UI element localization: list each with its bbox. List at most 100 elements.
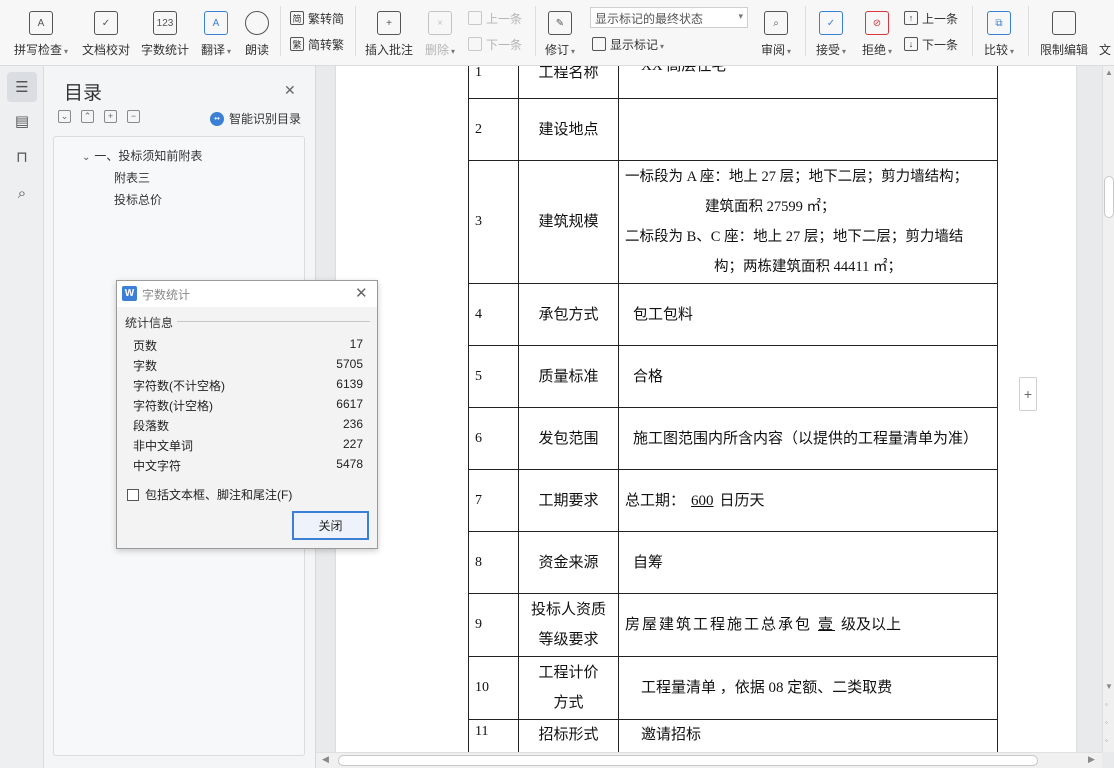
word-count-button[interactable]: 123 字数统计 [140, 4, 190, 58]
table-row: 10 工程计价 方式 工程量清单 ，依据 08 定额、二类取费 [468, 656, 998, 720]
restrict-edit-icon [1052, 11, 1076, 35]
markup-display-select[interactable]: 显示标记的最终状态 ▾ [590, 7, 748, 28]
horizontal-scrollbar[interactable]: ◀ ▶ [316, 752, 1102, 768]
restrict-edit-button[interactable]: 限制编辑 [1036, 4, 1092, 58]
dialog-header: W 字数统计 ✕ [117, 281, 377, 307]
doc-cut-button[interactable]: 文 [1096, 4, 1114, 58]
close-dialog-button[interactable]: 关闭 [292, 511, 369, 540]
checkbox-box[interactable] [127, 488, 139, 501]
smart-toc-button[interactable]: •• 智能识别目录 [210, 110, 301, 127]
row-label: 建设地点 [518, 98, 619, 161]
row-label-line: 方式 [553, 695, 584, 711]
stat-label: 页数 [133, 339, 158, 353]
row-value-line: 构；两栋建筑面积 44411 ㎡； [714, 259, 902, 275]
row-number: 11 [468, 719, 519, 752]
next-comment-button[interactable]: 下一条 [468, 34, 522, 54]
compare-button[interactable]: ⧉ 比较 [980, 4, 1018, 58]
ribbon-divider [805, 6, 806, 56]
insert-comment-button[interactable]: + 插入批注 [364, 4, 414, 58]
translate-button[interactable]: A 翻译 [198, 4, 234, 58]
prev-page-icon[interactable]: ◦ [1105, 700, 1108, 709]
page-nav-button[interactable]: ▤ [7, 106, 37, 136]
remove-heading-icon[interactable]: − [127, 110, 140, 123]
vertical-scrollbar[interactable]: ▲ ▼ ◦ ◦ ◦ [1102, 66, 1114, 752]
chevron-left-icon[interactable]: ◀ [322, 754, 329, 765]
trad-to-simp-button[interactable]: 简繁转简 [290, 8, 344, 28]
toc-item[interactable]: 投标总价 [114, 191, 162, 208]
nav-icon-strip: ☰ ▤ ⊓ ⌕ [0, 66, 44, 768]
stat-value: 5705 [336, 357, 363, 371]
read-aloud-button[interactable]: 朗读 [242, 4, 272, 58]
close-icon[interactable]: ✕ [355, 284, 368, 302]
chevron-right-icon[interactable]: ▶ [1088, 754, 1095, 765]
chevron-down-icon[interactable]: ▼ [1105, 682, 1113, 691]
row-number: 7 [468, 469, 519, 532]
close-icon[interactable]: ✕ [284, 82, 296, 99]
row-label: 工程名称 [518, 66, 619, 99]
row-value: 工程量清单 ，依据 08 定额、二类取费 [618, 656, 998, 720]
row-number: 1 [468, 66, 519, 99]
stat-row: 字符数(计空格) 6617 [133, 397, 363, 414]
delete-comment-button[interactable]: × 删除 [422, 4, 458, 58]
stat-label: 中文字符 [133, 459, 182, 473]
row-label-line: 工程计价 [538, 665, 599, 681]
show-markup-button[interactable]: 显示标记 [592, 34, 664, 54]
vertical-scroll-thumb[interactable] [1104, 176, 1114, 218]
row-label: 资金来源 [518, 531, 619, 594]
add-heading-icon[interactable]: + [104, 110, 117, 123]
include-textbox-checkbox[interactable]: 包括文本框、脚注和尾注(F) [127, 486, 292, 503]
next-change-button[interactable]: ↓ 下一条 [904, 34, 958, 54]
review-button[interactable]: ⌕ 审阅 [758, 4, 794, 58]
list-icon: ☰ [15, 79, 29, 96]
spell-check-icon: A [29, 11, 53, 35]
bookmark-nav-button[interactable]: ⊓ [7, 142, 37, 172]
chevron-down-icon: ⌄ [82, 152, 91, 163]
table-row: 4 承包方式 包工包料 [468, 283, 998, 346]
simp-to-trad-button[interactable]: 繁简转繁 [290, 34, 344, 54]
doc-proof-button[interactable]: ✓ 文档校对 [80, 4, 132, 58]
table-row: 8 资金来源 自筹 [468, 531, 998, 594]
row-value: 施工图范围内所含内容（以提供的工程量清单为准） [618, 407, 998, 470]
table-row: 6 发包范围 施工图范围内所含内容（以提供的工程量清单为准） [468, 407, 998, 470]
row-value: XX 高层住宅 [618, 66, 998, 99]
table-row: 1 工程名称 XX 高层住宅 [468, 66, 998, 99]
translate-icon: A [204, 11, 228, 35]
smart-toc-icon: •• [210, 111, 224, 126]
select-browse-icon[interactable]: ◦ [1105, 718, 1108, 727]
spell-check-button[interactable]: A 拼写检查 [10, 4, 72, 58]
chevron-up-icon[interactable]: ▲ [1105, 68, 1113, 77]
next-page-icon[interactable]: ◦ [1105, 736, 1108, 745]
row-label: 质量标准 [518, 345, 619, 408]
stat-row: 字符数(不计空格) 6139 [133, 377, 363, 394]
stat-row: 字数 5705 [133, 357, 363, 374]
toc-item[interactable]: ⌄ 一、投标须知前附表 [82, 147, 202, 164]
bid-info-table: 1 工程名称 XX 高层住宅 2 建设地点 3 建筑规模 一标段为 A 座：地上… [468, 66, 998, 752]
revise-button[interactable]: ✎ 修订 [542, 4, 578, 58]
find-nav-button[interactable]: ⌕ [7, 178, 37, 208]
show-markup-icon [592, 37, 606, 51]
row-label-line: 投标人资质 [530, 602, 606, 618]
prev-change-icon: ↑ [904, 11, 918, 25]
stat-value: 236 [342, 417, 363, 431]
reject-button[interactable]: ⊘ 拒绝 [858, 4, 896, 58]
toc-nav-button[interactable]: ☰ [7, 72, 37, 102]
doc-proof-icon: ✓ [94, 11, 118, 35]
add-row-button[interactable]: + [1019, 377, 1037, 411]
row-number: 3 [468, 160, 519, 284]
expand-icon[interactable]: ⌄ [58, 110, 71, 123]
row-label: 承包方式 [518, 283, 619, 346]
prev-change-button[interactable]: ↑ 上一条 [904, 8, 958, 28]
row-value-underlined: 600 [691, 492, 714, 509]
toc-item[interactable]: 附表三 [114, 169, 150, 186]
horizontal-scroll-thumb[interactable] [338, 755, 1038, 766]
collapse-icon[interactable]: ⌃ [81, 110, 94, 123]
row-value-suffix: 日历天 [719, 492, 765, 509]
toc-toolbar: ⌄ ⌃ + − [58, 110, 140, 123]
plus-icon: + [1023, 386, 1033, 402]
prev-comment-button[interactable]: 上一条 [468, 8, 522, 28]
row-value: 一标段为 A 座：地上 27 层；地下二层；剪力墙结构； 建筑面积 27599 … [618, 160, 998, 284]
row-number: 9 [468, 593, 519, 657]
stat-row: 非中文单词 227 [133, 437, 363, 454]
accept-button[interactable]: ✓ 接受 [812, 4, 850, 58]
trad-simp-icon: 简 [290, 11, 304, 25]
